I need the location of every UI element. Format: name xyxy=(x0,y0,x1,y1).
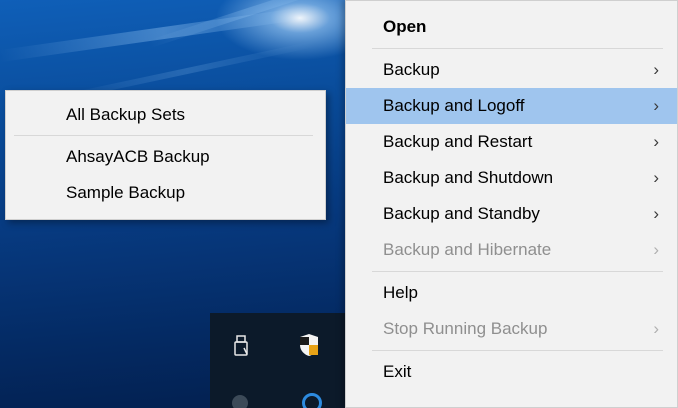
menu-item-label: Open xyxy=(383,17,427,36)
menu-item-label: Help xyxy=(383,283,418,302)
menu-item-backup-and-restart[interactable]: Backup and Restart › xyxy=(346,124,677,160)
menu-item-label: Backup xyxy=(383,60,440,79)
chevron-right-icon: › xyxy=(653,96,659,115)
menu-item-label: Backup and Logoff xyxy=(383,96,525,115)
chevron-right-icon: › xyxy=(653,204,659,223)
submenu-item-label: All Backup Sets xyxy=(66,105,186,124)
menu-separator xyxy=(372,350,663,351)
menu-item-stop-running-backup[interactable]: Stop Running Backup › xyxy=(346,311,677,347)
menu-item-help[interactable]: Help xyxy=(346,275,677,311)
screen: Open Backup › Backup and Logoff › Backup… xyxy=(0,0,678,408)
menu-item-exit[interactable]: Exit xyxy=(346,354,677,390)
menu-item-backup-and-shutdown[interactable]: Backup and Shutdown › xyxy=(346,160,677,196)
chevron-right-icon: › xyxy=(653,60,659,79)
chevron-right-icon: › xyxy=(653,240,659,259)
security-shield-icon[interactable] xyxy=(298,333,320,357)
usb-drive-icon[interactable] xyxy=(234,335,248,357)
menu-item-backup[interactable]: Backup › xyxy=(346,52,677,88)
menu-item-backup-and-logoff[interactable]: Backup and Logoff › xyxy=(346,88,677,124)
chevron-right-icon: › xyxy=(653,132,659,151)
menu-item-label: Backup and Restart xyxy=(383,132,533,151)
chevron-right-icon: › xyxy=(653,168,659,187)
menu-item-label: Backup and Standby xyxy=(383,204,540,223)
menu-item-open[interactable]: Open xyxy=(346,9,677,45)
menu-item-label: Exit xyxy=(383,362,412,381)
menu-item-backup-and-standby[interactable]: Backup and Standby › xyxy=(346,196,677,232)
submenu-item-label: Sample Backup xyxy=(66,183,186,202)
menu-item-label: Stop Running Backup xyxy=(383,319,548,338)
backup-and-logoff-submenu: All Backup Sets AhsayACB Backup Sample B… xyxy=(5,90,326,220)
submenu-item-ahsayacb-backup[interactable]: AhsayACB Backup xyxy=(6,139,325,175)
menu-separator xyxy=(372,271,663,272)
submenu-item-all-backup-sets[interactable]: All Backup Sets xyxy=(6,97,325,133)
submenu-item-label: AhsayACB Backup xyxy=(66,147,210,166)
chevron-right-icon: › xyxy=(653,319,659,338)
menu-item-label: Backup and Hibernate xyxy=(383,240,552,259)
tray-context-menu: Open Backup › Backup and Logoff › Backup… xyxy=(345,0,678,408)
submenu-item-sample-backup[interactable]: Sample Backup xyxy=(6,175,325,211)
menu-separator xyxy=(372,48,663,49)
menu-item-label: Backup and Shutdown xyxy=(383,168,554,187)
menu-item-backup-and-hibernate[interactable]: Backup and Hibernate › xyxy=(346,232,677,268)
network-circle-icon[interactable] xyxy=(302,393,322,408)
tray-app-icon[interactable] xyxy=(232,395,248,408)
menu-separator xyxy=(14,135,313,136)
